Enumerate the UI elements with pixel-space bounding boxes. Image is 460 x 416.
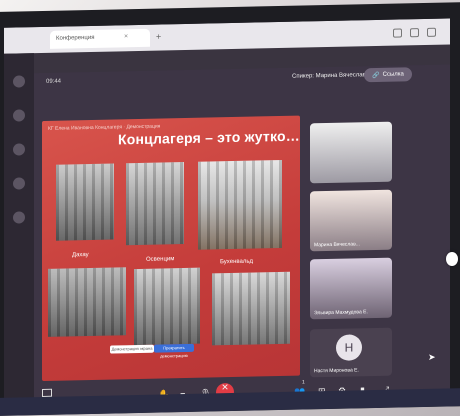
close-icon: ✕ <box>221 382 229 393</box>
participant-tile[interactable]: Марина Вячеслав... <box>310 189 392 252</box>
meeting-window: 09:44 Спикер: Марина Вячеславовна А. 🔗 С… <box>34 64 450 412</box>
link-button[interactable]: 🔗 Ссылка <box>364 67 412 83</box>
side-knob <box>446 252 458 266</box>
photo-soldiers <box>134 267 200 346</box>
maximize-icon[interactable] <box>410 28 419 38</box>
window-controls <box>393 27 436 38</box>
link-icon: 🔗 <box>372 72 380 79</box>
chat-icon[interactable] <box>42 388 52 397</box>
participant-name: Настя Миронова Е. <box>314 367 359 375</box>
app-sidebar <box>4 53 34 412</box>
screen-share-status: Демонстрация экрана <box>110 344 154 354</box>
photo-caption: Освенцим <box>146 256 175 263</box>
close-window-icon[interactable] <box>427 27 436 37</box>
tab-close-icon[interactable]: × <box>124 33 128 40</box>
monitor-bezel: Конференция × + 09:44 Спикер: Марина Вяч… <box>0 2 460 416</box>
sidebar-icon[interactable] <box>13 211 25 224</box>
slide-title: Концлагеря – это жутко… <box>118 127 300 148</box>
participant-tile[interactable]: Н Настя Миронова Е. <box>310 327 392 378</box>
photo-dachau <box>56 163 114 241</box>
photo-caption: Дахау <box>72 252 89 259</box>
participants-count: 1 <box>302 379 305 386</box>
photo-buchenwald <box>198 159 282 250</box>
shared-presentation: КГ Елена Ивановна Концлагеря · Демонстра… <box>42 115 300 381</box>
screen: Конференция × + 09:44 Спикер: Марина Вяч… <box>4 18 450 412</box>
photo-camp <box>212 271 290 346</box>
new-tab-button[interactable]: + <box>156 31 161 41</box>
sidebar-icon[interactable] <box>13 177 25 190</box>
participant-name: Марина Вячеслав... <box>314 241 360 249</box>
photo-prisoners <box>48 267 126 337</box>
link-button-label: Ссылка <box>382 71 404 78</box>
browser-tab[interactable]: Конференция <box>50 28 150 49</box>
sidebar-icon[interactable] <box>13 143 25 156</box>
stop-sharing-button[interactable]: Прекратить демонстрацию <box>154 343 194 359</box>
sidebar-icon[interactable] <box>13 109 25 122</box>
participant-name: Эльвира Махмудова Е. <box>314 309 368 317</box>
sidebar-icon[interactable] <box>13 75 25 88</box>
avatar: Н <box>336 334 362 361</box>
browser-chrome: Конференция × + <box>4 18 450 54</box>
browser-tab-title: Конференция <box>56 34 95 42</box>
meeting-time: 09:44 <box>46 78 62 85</box>
participant-tile[interactable] <box>310 121 392 184</box>
participant-tile[interactable]: Эльвира Махмудова Е. <box>310 257 392 320</box>
mouse-cursor-icon: ➤ <box>428 352 436 362</box>
meeting-header: 09:44 Спикер: Марина Вячеславовна А. 🔗 С… <box>34 64 450 93</box>
photo-auschwitz <box>126 162 184 246</box>
minimize-icon[interactable] <box>393 28 402 38</box>
photo-caption: Бухенвальд <box>220 258 253 266</box>
